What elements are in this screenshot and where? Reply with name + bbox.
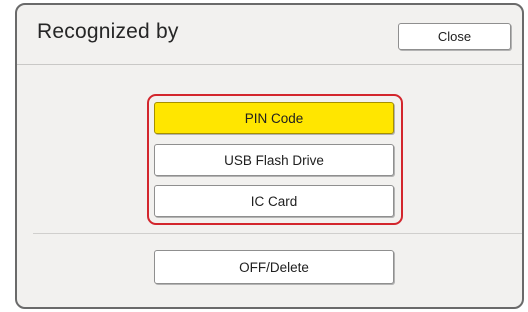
off-delete-button[interactable]: OFF/Delete [154,250,394,284]
ic-card-button[interactable]: IC Card [154,185,394,217]
dialog-title: Recognized by [37,20,179,43]
section-divider [33,233,522,234]
usb-flash-drive-button[interactable]: USB Flash Drive [154,144,394,176]
recognized-by-dialog: Recognized by Close PIN Code USB Flash D… [15,3,524,309]
header-divider [17,64,522,65]
close-button[interactable]: Close [398,23,511,50]
pin-code-button[interactable]: PIN Code [154,102,394,134]
